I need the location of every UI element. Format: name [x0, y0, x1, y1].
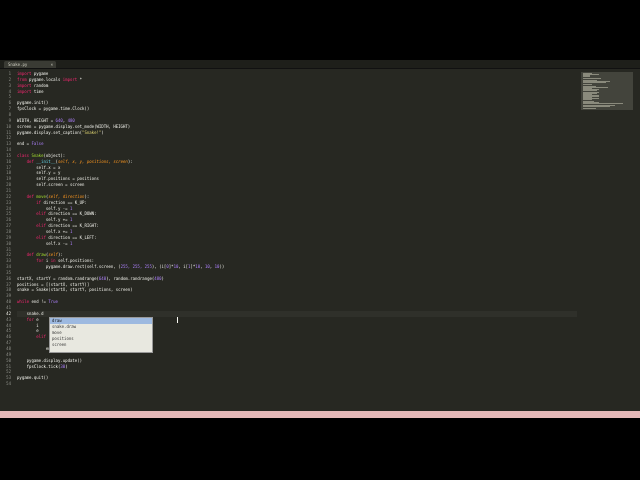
code-line: elif: [17, 334, 46, 340]
code-line: pygame.display.set_caption("Snake!"): [17, 129, 104, 135]
editor-window: Snake.py × 1 2 3 4 5 6 7 8 9 10 11 12 13 14 15 16 17 18 19…: [0, 60, 640, 418]
status-bar: [0, 411, 640, 418]
line-number-gutter: 1 2 3 4 5 6 7 8 9 10 11 12 13 14 15 16 17 18 19 20 21 22 23 24 2…: [0, 71, 14, 401]
minimap[interactable]: [581, 72, 633, 110]
autocomplete-item[interactable]: screen: [50, 342, 152, 348]
tab-label: Snake.py: [8, 62, 28, 67]
tab-bar: Snake.py ×: [0, 60, 640, 69]
code-line: fpsClock.tick(30): [17, 363, 68, 369]
code-line: pygame.draw.rect(self.screen, (255, 255,…: [17, 264, 225, 270]
code-line: end = False: [17, 141, 44, 147]
code-line: while end != True: [17, 299, 58, 305]
code-line: snake = Snake(startX, startY, positions,…: [17, 287, 133, 293]
tab-snake-py[interactable]: Snake.py ×: [4, 61, 56, 68]
minimap-line: [583, 108, 596, 110]
code-line: fpsClock = pygame.time.Clock(): [17, 106, 90, 112]
close-icon[interactable]: ×: [51, 61, 53, 68]
autocomplete-popup[interactable]: draw snake.draw move positions screen: [49, 317, 153, 353]
code-line: self.screen = screen: [17, 182, 85, 188]
code-line: import time: [17, 88, 44, 94]
code-line: pygame.quit(): [17, 375, 49, 381]
code-line-current[interactable]: snake.d: [17, 310, 577, 317]
line-number: 54: [6, 381, 11, 387]
text-cursor-icon: [177, 317, 178, 323]
code-line: self.x -= 1: [17, 240, 73, 246]
